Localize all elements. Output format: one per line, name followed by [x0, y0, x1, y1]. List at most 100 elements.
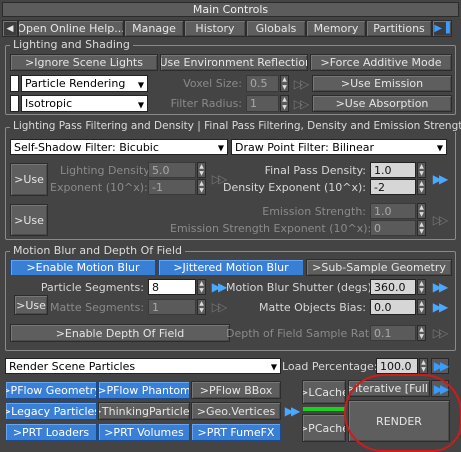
matte-objects-bias-play-icon[interactable]: ▶▶	[430, 299, 448, 315]
use-matte-segments-button[interactable]: >Use	[14, 295, 48, 315]
enable-motion-blur-label: >Enable Motion Blur	[26, 261, 140, 274]
final-density-play-icon[interactable]: ▶▶	[430, 163, 448, 195]
emission-strength-field[interactable]: 1.0	[370, 203, 416, 219]
motion-blur-shutter-spinner[interactable]: ▲ ▼	[417, 279, 426, 295]
emission-exponent-spinner[interactable]: ▲ ▼	[417, 220, 426, 236]
particle-segments-play-icon[interactable]: ▶▶	[209, 279, 227, 295]
self-shadow-filter-dropdown[interactable]: Self-Shadow Filter: Bicubic ▼	[10, 139, 228, 155]
lighting-exponent-field[interactable]: -1	[148, 179, 196, 195]
prt-fumefx-button[interactable]: >PRT FumeFX	[191, 423, 281, 441]
enable-motion-blur-button[interactable]: >Enable Motion Blur	[10, 259, 156, 276]
scroll-right-button[interactable]: ▶▐	[432, 20, 452, 37]
load-percentage-spinner[interactable]: ▲ ▼	[419, 358, 428, 374]
geo-vertices-button[interactable]: >Geo.Vertices	[191, 402, 281, 420]
voxel-size-play-icon[interactable]: ▷▷	[291, 75, 309, 92]
emission-exponent-field[interactable]: 0	[370, 220, 416, 236]
enable-dof-label: >Enable Depth Of Field	[55, 326, 185, 340]
load-percentage-play-icon[interactable]: ▶▶	[431, 358, 449, 374]
motion-blur-shutter-label: Motion Blur Shutter (degs):	[226, 281, 376, 294]
pflow-geometry-label: >PFlow Geometry	[5, 383, 97, 397]
phase-function-color-swatch[interactable]	[10, 95, 19, 112]
jittered-motion-blur-label: >Jittered Motion Blur	[173, 261, 289, 274]
dof-sample-rate-play-icon[interactable]: ▷▷	[430, 325, 448, 341]
pflow-geometry-button[interactable]: >PFlow Geometry	[5, 381, 97, 399]
pcache-label: >PCache	[303, 421, 345, 435]
phase-function-dropdown[interactable]: Isotropic ▼	[21, 95, 148, 112]
pflow-bbox-button[interactable]: >PFlow BBox	[191, 381, 281, 399]
prt-loaders-button[interactable]: >PRT Loaders	[5, 423, 97, 441]
load-percentage-field[interactable]: 100.0	[376, 358, 418, 374]
particle-segments-field[interactable]: 8	[148, 279, 196, 295]
render-scene-dropdown[interactable]: Render Scene Particles ▼	[5, 358, 281, 374]
tab-partitions[interactable]: Partitions	[366, 20, 432, 37]
open-online-help-button[interactable]: Open Online Help...	[18, 20, 124, 37]
render-mode-color-swatch[interactable]	[10, 75, 19, 92]
legacy-particles-button[interactable]: >Legacy Particles	[5, 402, 97, 420]
dof-sample-rate-spinner[interactable]: ▲ ▼	[417, 325, 426, 341]
use-env-reflections-button[interactable]: >Use Environment Reflections	[160, 54, 308, 71]
sub-sample-geometry-button[interactable]: >Sub-Sample Geometry	[306, 259, 452, 276]
matte-objects-bias-field[interactable]: 0.0	[370, 299, 416, 315]
pflow-bbox-label: >PFlow BBox	[199, 383, 273, 397]
prt-volumes-button[interactable]: >PRT Volumes	[98, 423, 190, 441]
lighting-density-spinner[interactable]: ▲ ▼	[197, 162, 206, 178]
force-additive-mode-button[interactable]: >Force Additive Mode	[310, 54, 452, 71]
matte-segments-label: Matte Segments:	[50, 301, 145, 314]
render-mode-dropdown[interactable]: Particle Rendering ▼	[21, 75, 148, 92]
particle-segments-label: Particle Segments:	[40, 281, 144, 294]
density-exponent-label: Density Exponent (10^x):	[222, 181, 366, 194]
final-pass-density-spinner[interactable]: ▲ ▼	[417, 162, 426, 178]
use-lighting-density-label: >Use	[14, 173, 44, 186]
density-exponent-spinner[interactable]: ▲ ▼	[417, 179, 426, 195]
density-exponent-field[interactable]: -2	[370, 179, 416, 195]
voxel-size-label: Voxel Size:	[183, 77, 242, 90]
scroll-left-button[interactable]: ◀	[2, 20, 18, 37]
lcache-label: >LCache	[303, 385, 345, 399]
enable-dof-button[interactable]: >Enable Depth Of Field	[10, 324, 230, 342]
matte-objects-bias-spinner[interactable]: ▲ ▼	[417, 299, 426, 315]
matte-segments-field[interactable]: 1	[148, 299, 196, 315]
matte-segments-spinner[interactable]: ▲ ▼	[197, 299, 206, 315]
render-mode-value: Particle Rendering	[25, 77, 126, 90]
matte-segments-play-icon[interactable]: ▷▷	[209, 299, 227, 315]
lcache-button[interactable]: >LCache	[302, 380, 346, 404]
tab-manage[interactable]: Manage	[124, 20, 184, 37]
emission-play-icon[interactable]: ▷▷	[430, 204, 448, 236]
emission-strength-spinner[interactable]: ▲ ▼	[417, 203, 426, 219]
tab-history[interactable]: History	[184, 20, 246, 37]
pcache-button[interactable]: >PCache	[302, 414, 346, 442]
thinking-particles-label: >ThinkingParticles	[98, 404, 190, 418]
filter-radius-field[interactable]: 1	[246, 95, 279, 112]
filter-radius-play-icon[interactable]: ▷▷	[291, 95, 309, 112]
voxel-size-spinner[interactable]: ▲ ▼	[280, 75, 289, 92]
sub-sample-geometry-label: >Sub-Sample Geometry	[312, 261, 446, 274]
dof-sample-rate-field[interactable]: 0.1	[370, 325, 416, 341]
filter-radius-spinner[interactable]: ▲ ▼	[280, 95, 289, 112]
draw-point-filter-value: Draw Point Filter: Bilinear	[235, 140, 375, 154]
thinking-particles-button[interactable]: >ThinkingParticles	[98, 402, 190, 420]
particle-segments-spinner[interactable]: ▲ ▼	[197, 279, 206, 295]
motion-blur-dof-title: Motion Blur and Depth Of Field	[10, 244, 185, 257]
tab-memory[interactable]: Memory	[306, 20, 366, 37]
ignore-scene-lights-button[interactable]: >Ignore Scene Lights	[10, 54, 158, 71]
voxel-size-field[interactable]: 0.5	[246, 75, 279, 92]
draw-point-filter-dropdown[interactable]: Draw Point Filter: Bilinear ▼	[231, 139, 447, 155]
jittered-motion-blur-button[interactable]: >Jittered Motion Blur	[158, 259, 304, 276]
tab-globals[interactable]: Globals	[246, 20, 306, 37]
use-absorption-button[interactable]: >Use Absorption	[312, 95, 452, 112]
use-lighting-density-button[interactable]: >Use	[10, 163, 48, 196]
motion-blur-shutter-field[interactable]: 360.0	[370, 279, 416, 295]
lighting-density-field[interactable]: 5.0	[148, 162, 196, 178]
final-pass-density-field[interactable]: 1.0	[370, 162, 416, 178]
motion-blur-shutter-play-icon[interactable]: ▶▶	[430, 279, 448, 295]
filter-radius-label: Filter Radius:	[170, 97, 242, 110]
chevron-down-icon: ▼	[436, 143, 443, 153]
chevron-down-icon: ▼	[217, 143, 224, 153]
use-emission-button[interactable]: >Use Emission	[312, 75, 452, 92]
pflow-phantom-button[interactable]: >PFlow Phantom	[98, 381, 190, 399]
lighting-exponent-spinner[interactable]: ▲ ▼	[197, 179, 206, 195]
prt-volumes-label: >PRT Volumes	[104, 425, 184, 439]
use-emission-strength-button[interactable]: >Use	[10, 204, 48, 236]
use-matte-segments-label: >Use	[16, 298, 46, 312]
particle-sources-play-icon[interactable]: ▶▶	[282, 381, 300, 441]
